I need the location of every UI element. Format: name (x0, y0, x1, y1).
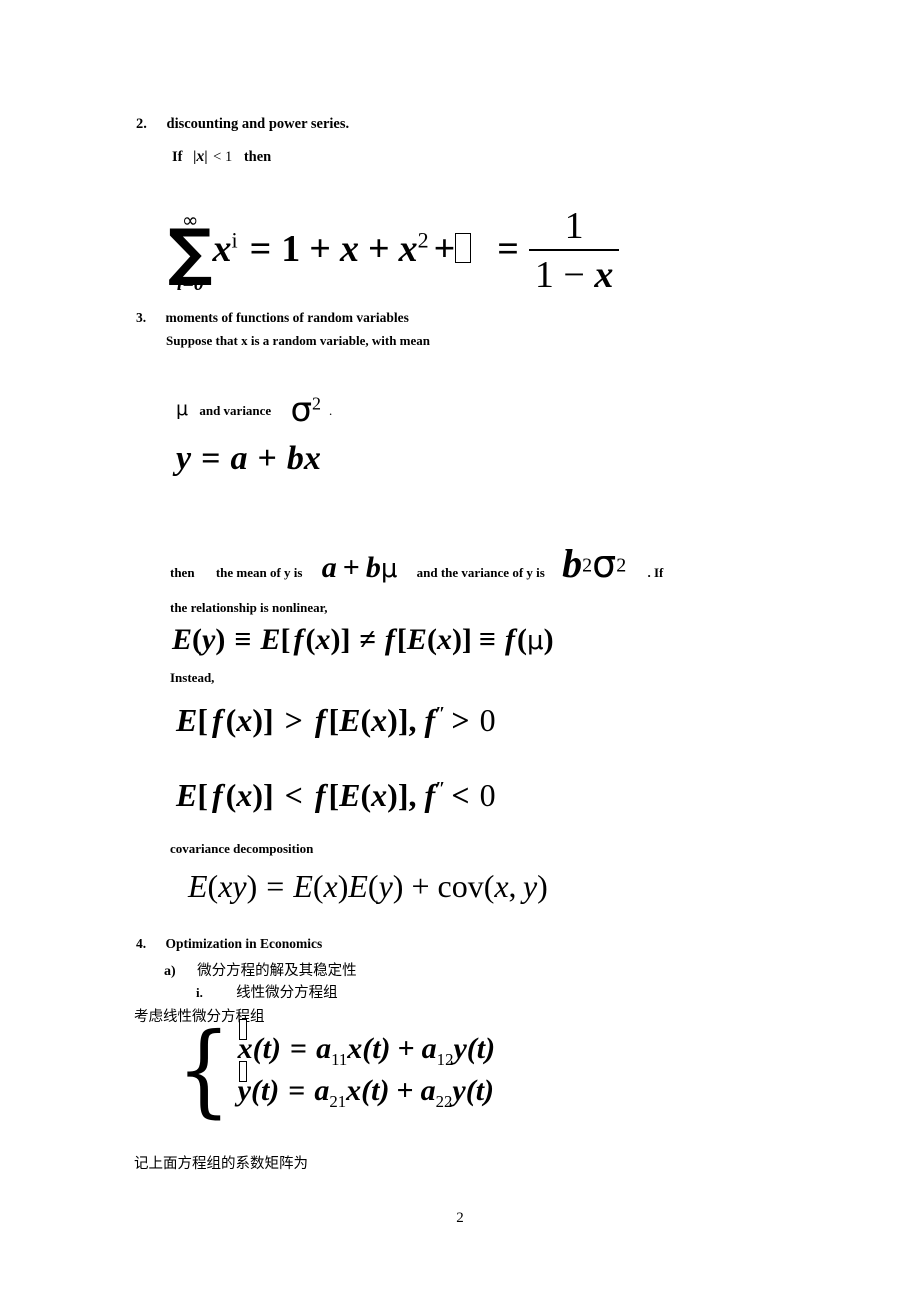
and-variance-label: and variance (199, 403, 272, 418)
document-page: 2. discounting and power series. If |x| … (0, 0, 920, 1302)
random-variable-line: Suppose that x is a random variable, wit… (166, 333, 430, 348)
mean-of-y-expression: a + bμ (321, 551, 398, 584)
list-item-4-number: 4. (136, 936, 147, 951)
missing-dot-accent-icon-2 (239, 1061, 248, 1083)
row2-coef-2-index: 22 (435, 1092, 453, 1111)
row2-coef-1: a (314, 1074, 330, 1107)
covariance-label: covariance decomposition (170, 841, 314, 856)
ode-system-row-2: y(t) = a21x(t) + a22y(t) (238, 1061, 495, 1111)
equals-sign-1: = (249, 228, 272, 271)
period-after-sigma: . (329, 403, 333, 418)
covariance-equation: E(xy) = E(x)E(y) + cov(x, y) (188, 868, 548, 904)
condition-prefix: If (172, 149, 183, 165)
sublist-item-a-marker: a) (164, 964, 176, 979)
system-closing-text: 记上面方程组的系数矩阵为 (134, 1156, 308, 1172)
mean-of-y-label: the mean of y is (215, 565, 303, 580)
sublist-item-i-text: 线性微分方程组 (236, 985, 338, 1001)
equals-sign-2: = (497, 228, 519, 271)
list-item-2-number: 2. (136, 116, 147, 132)
concave-inequality: E[f(x)] < f[E(x)], f″ <0 (176, 777, 496, 813)
row1-plus: + (397, 1032, 415, 1065)
sublist-item-a-text: 微分方程的解及其稳定性 (197, 963, 357, 979)
system-brace: { (176, 1011, 231, 1128)
summation-operator: ∞ ∑ i=0 (168, 208, 213, 294)
mu-symbol: μ (176, 398, 189, 420)
nonlinear-line: the relationship is nonlinear, (170, 600, 328, 615)
sublist-item-i-marker: i. (196, 985, 203, 1000)
page-number: 2 (456, 1210, 464, 1226)
row1-var-1: x(t) (347, 1032, 391, 1065)
row1-var-2: y(t) (453, 1032, 496, 1065)
if-label: . If (647, 565, 664, 580)
list-item-3-heading: moments of functions of random variables (165, 310, 409, 325)
list-item-4: 4. Optimization in Economics (136, 936, 322, 952)
summation-upper-limit: ∞ (181, 208, 199, 233)
row2-coef-1-index: 21 (329, 1092, 347, 1111)
list-item-2: 2. discounting and power series. (136, 116, 349, 133)
sigma-exponent: 2 (312, 393, 322, 414)
row2-plus: + (396, 1074, 414, 1107)
list-item-3: 3. moments of functions of random variab… (136, 310, 409, 326)
sigma-glyph: ∑ (168, 215, 213, 289)
condition-suffix: then (243, 149, 272, 165)
list-item-3-number: 3. (136, 310, 147, 325)
summand-base: x (212, 228, 232, 271)
sublist-item-a: a) 微分方程的解及其稳定性 (164, 959, 357, 980)
summation-lower-limit: i=0 (176, 272, 204, 295)
row1-lhs-argument: (t) (252, 1032, 281, 1065)
ode-system: { x(t) = a11x(t) + a12y(t) y(t) = a21x(t) + a22y… (172, 1011, 496, 1128)
variance-of-y-label: and the variance of y is (416, 565, 545, 580)
row2-coef-2: a (420, 1074, 436, 1107)
row2-lhs-argument: (t) (250, 1074, 280, 1107)
row1-coef-2: a (421, 1032, 437, 1065)
row2-var-1: x(t) (346, 1074, 390, 1107)
linear-equation: y = a + bx (176, 440, 321, 477)
list-item-2-heading: discounting and power series. (166, 116, 350, 132)
jensen-equation: E(y) ≡ E[f(x)] ≠ f[E(x)] ≡ f(μ) (172, 623, 554, 656)
convex-inequality: E[f(x)] > f[E(x)], f″ >0 (176, 702, 496, 738)
row1-coef-1: a (316, 1032, 332, 1065)
summand-exponent: i (231, 227, 238, 253)
ode-system-row-1: x(t) = a11x(t) + a12y(t) (238, 1019, 496, 1069)
condition-relation: < 1 (213, 149, 233, 165)
condition-line: If |x| < 1 then (172, 148, 272, 165)
list-item-4-heading: Optimization in Economics (165, 936, 323, 951)
mean-variance-statement: then the mean of y is a + bμ and the varia… (170, 540, 663, 587)
row1-coef-2-index: 12 (436, 1050, 454, 1069)
instead-label: Instead, (170, 670, 215, 685)
sublist-item-i: i. 线性微分方程组 (196, 981, 338, 1002)
row2-equals: = (288, 1074, 306, 1107)
row1-coef-1-index: 11 (331, 1050, 348, 1069)
row1-equals: = (289, 1032, 308, 1065)
mean-variance-line: μ and variance σ2. (176, 390, 332, 430)
fraction: 11 − x (528, 204, 620, 297)
expansion-exponent: 2 (417, 227, 429, 253)
row2-var-2: y(t) (452, 1074, 495, 1107)
power-series-equation: ∞ ∑ i=0 xi = 1 + x + x2 + = 1 1 − x (168, 204, 620, 299)
missing-glyph-box (455, 232, 472, 264)
fraction-numerator: 1 (564, 205, 584, 247)
missing-dot-accent-icon (239, 1019, 248, 1041)
fraction-denominator: 1 − x (528, 249, 620, 297)
variance-of-y-expression: b2σ2 (562, 541, 627, 586)
then-label: then (170, 565, 195, 580)
sigma-symbol: σ (290, 390, 313, 430)
